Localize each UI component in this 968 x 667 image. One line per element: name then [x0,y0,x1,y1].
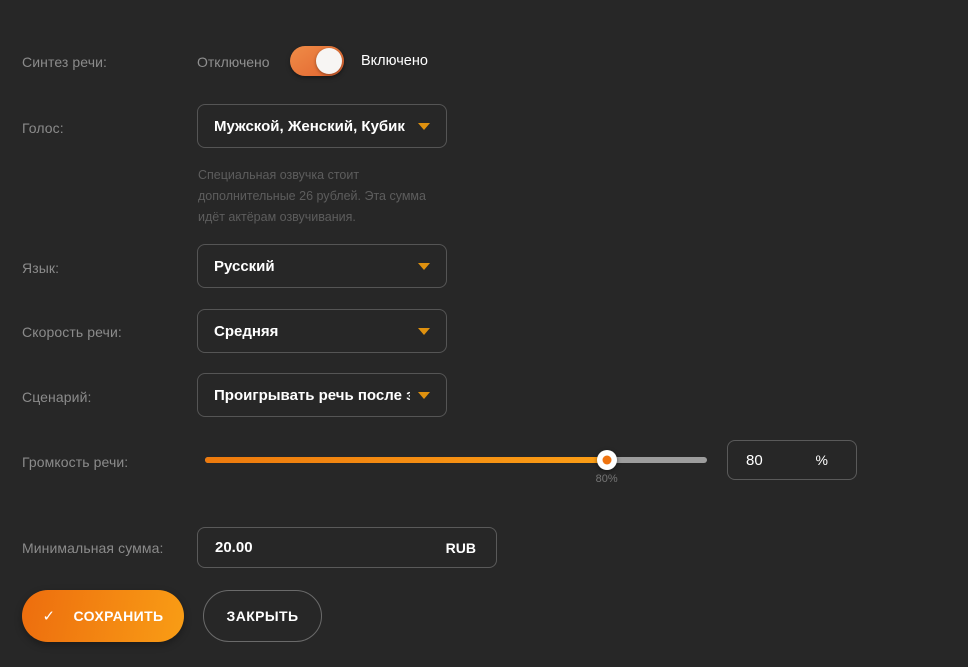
scenario-dropdown[interactable]: Проигрывать речь после з... [197,373,447,417]
volume-input-value: 80 [746,452,763,469]
volume-input[interactable]: 80 % [727,440,857,480]
min-amount-label: Минимальная сумма: [22,540,163,556]
voice-label: Голос: [22,120,64,136]
min-amount-input[interactable]: 20.00 RUB [197,527,497,568]
volume-slider-value-label: 80% [596,473,618,485]
language-dropdown[interactable]: Русский [197,244,447,288]
speech-synthesis-label: Синтез речи: [22,54,107,70]
scenario-label: Сценарий: [22,389,92,405]
toggle-knob-icon [316,48,342,74]
volume-unit-label: % [816,452,828,468]
speech-rate-dropdown[interactable]: Средняя [197,309,447,353]
voice-help-text: Специальная озвучка стоит дополнительные… [198,165,456,228]
save-button[interactable]: ✓ СОХРАНИТЬ [22,590,184,642]
scenario-dropdown-value: Проигрывать речь после з... [214,387,410,404]
voice-dropdown-value: Мужской, Женский, Кубик ... [214,118,410,135]
speech-synthesis-toggle[interactable] [290,46,344,76]
chevron-down-icon [418,392,430,399]
speech-rate-label: Скорость речи: [22,324,122,340]
toggle-on-label: Включено [361,53,428,69]
chevron-down-icon [418,328,430,335]
min-amount-input-value: 20.00 [215,539,253,556]
voice-dropdown[interactable]: Мужской, Женский, Кубик ... [197,104,447,148]
language-dropdown-value: Русский [214,258,410,275]
check-icon: ✓ [42,607,55,625]
language-label: Язык: [22,260,59,276]
chevron-down-icon [418,263,430,270]
close-button-label: ЗАКРЫТЬ [227,608,299,624]
volume-slider-fill [205,457,607,463]
toggle-off-label: Отключено [197,54,270,70]
close-button[interactable]: ЗАКРЫТЬ [203,590,322,642]
currency-label: RUB [446,540,476,556]
volume-slider-knob[interactable] [597,450,617,470]
speech-settings-panel: Синтез речи: Отключено Включено Голос: М… [0,0,968,667]
speech-rate-dropdown-value: Средняя [214,323,410,340]
chevron-down-icon [418,123,430,130]
save-button-label: СОХРАНИТЬ [73,608,163,624]
volume-label: Громкость речи: [22,454,128,470]
volume-slider[interactable]: 80% [205,457,707,463]
